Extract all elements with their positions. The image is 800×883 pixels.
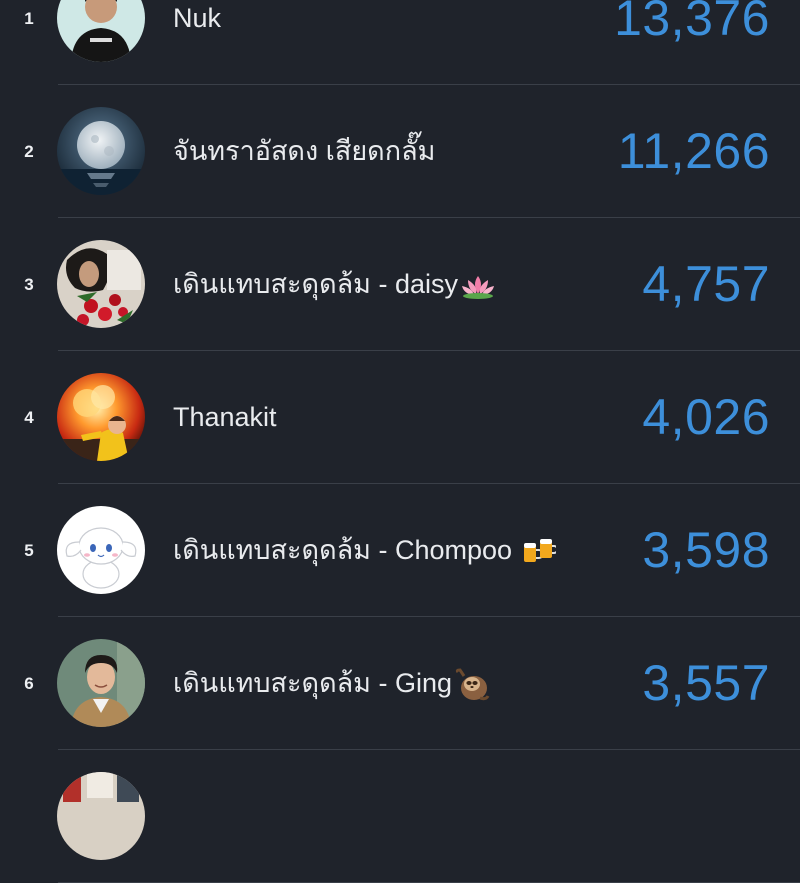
player-score: 3,557 — [642, 655, 770, 711]
rank-number: 4 — [24, 408, 34, 427]
player-name-text: เดินแทบสะดุดล้ม - daisy — [173, 269, 458, 299]
person-with-roses-avatar[interactable] — [57, 240, 145, 328]
player-name-text: เดินแทบสะดุดล้ม - Ging — [173, 668, 452, 698]
rank-number: 3 — [24, 275, 34, 294]
leaderboard-row[interactable]: 1 Nuk 13,376 — [0, 0, 800, 85]
rank-number: 2 — [24, 142, 34, 161]
player-score: 11,266 — [617, 123, 770, 179]
leaderboard-row[interactable]: 3 เดินแทบสะดุดล้ม - daisy 4,757 — [0, 218, 800, 351]
explosion-kid-avatar[interactable] — [57, 373, 145, 461]
full-moon-avatar[interactable] — [57, 107, 145, 195]
player-score: 4,026 — [642, 389, 770, 445]
player-name: Thanakit — [173, 402, 277, 432]
leaderboard-row[interactable]: 2 จันทราอัสดง เสียดกลั๊ม 11,266 — [0, 85, 800, 218]
partial-avatar[interactable] — [57, 772, 145, 860]
cinnamoroll-avatar[interactable] — [57, 506, 145, 594]
leaderboard-row[interactable] — [0, 750, 800, 883]
player-name: จันทราอัสดง เสียดกลั๊ม — [173, 136, 436, 166]
sloth-icon — [454, 668, 490, 702]
player-score: 4,757 — [642, 256, 770, 312]
man-portrait-avatar[interactable] — [57, 639, 145, 727]
player-name: เดินแทบสะดุดล้ม - daisy — [173, 218, 496, 351]
player-name: เดินแทบสะดุดล้ม - Ging — [173, 617, 490, 750]
beer-mugs-icon — [522, 537, 557, 567]
rank-number: 1 — [24, 9, 34, 28]
player-score: 3,598 — [642, 522, 770, 578]
leaderboard-list: 1 Nuk 13,376 2 จันทราอัสดง เสียดกลั๊ม 11… — [0, 0, 800, 883]
leaderboard-row[interactable]: 4 Thanakit 4,026 — [0, 351, 800, 484]
leaderboard-row[interactable]: 5 เดินแทบสะดุดล้ม - Chompoo 3,598 — [0, 484, 800, 617]
person-black-shirt-avatar[interactable] — [57, 0, 145, 62]
player-name: เดินแทบสะดุดล้ม - Chompoo — [173, 484, 557, 617]
player-name: Nuk — [173, 3, 222, 33]
lotus-icon — [460, 272, 496, 300]
rank-number: 5 — [24, 541, 34, 560]
rank-number: 6 — [24, 674, 34, 693]
rank-number — [18, 750, 40, 883]
leaderboard-row[interactable]: 6 เดินแทบสะดุดล้ม - Ging 3,557 — [0, 617, 800, 750]
player-score: 13,376 — [614, 0, 770, 46]
player-name-text: เดินแทบสะดุดล้ม - Chompoo — [173, 535, 513, 565]
